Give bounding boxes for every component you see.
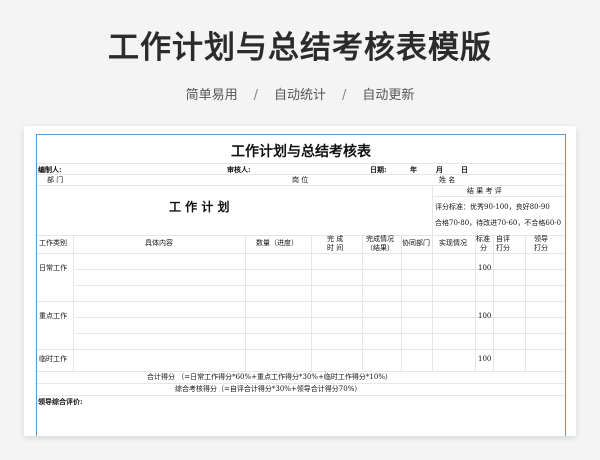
feature-tags: 简单易用 / 自动统计 / 自动更新: [0, 84, 600, 103]
criteria-line-2: 合格70-80，待改进70-60，不合格60-0: [435, 219, 562, 227]
row-category-temp: 临时工作: [39, 355, 67, 363]
tag-auto-stats: 自动统计: [273, 88, 326, 103]
header-actual: 实现情况: [439, 239, 467, 247]
name-label: 姓 名: [439, 176, 456, 184]
overall-score-formula: 综合考核得分（=自评合计得分*30%+领导合计得分70%）: [175, 385, 362, 393]
tag-easy: 简单易用: [185, 88, 238, 103]
header-finish-time-1: 完 成: [327, 235, 344, 243]
header-quantity: 数量（进度）: [256, 239, 298, 247]
compiler-label: 编制人:: [38, 165, 62, 174]
header-standard-1: 标准: [476, 235, 490, 243]
banner-title: 工作计划与总结考核表模版: [108, 30, 492, 66]
header-coop-dept: 协同部门: [402, 239, 430, 247]
day-label: 日: [461, 165, 468, 174]
header-leader-2: 打分: [534, 244, 548, 252]
reviewer-label: 审核人:: [227, 165, 251, 174]
tag-auto-update: 自动更新: [362, 88, 415, 103]
form-area: 工作计划与总结考核表 编制人: 审核人: 日期: 年 月 日 部 门 岗 位 姓…: [36, 134, 566, 436]
department-label: 部 门: [47, 176, 64, 184]
header-category: 工作类别: [39, 239, 67, 247]
header-finish-time-2: 时 间: [327, 244, 344, 252]
month-label: 月: [436, 165, 443, 174]
form-title: 工作计划与总结考核表: [231, 144, 371, 160]
row-score-key: 100: [478, 312, 492, 320]
total-score-formula: 合计得分 （=日常工作得分*60%+重点工作得分*30%+临时工作得分*10%）: [147, 373, 392, 381]
spreadsheet-preview: 工作计划与总结考核表 编制人: 审核人: 日期: 年 月 日 部 门 岗 位 姓…: [24, 126, 576, 436]
row-category-key: 重点工作: [39, 312, 67, 320]
header-completion-1: 完成情况: [366, 235, 394, 243]
header-completion-2: （结果）: [366, 244, 394, 252]
tag-separator: /: [253, 88, 258, 103]
work-plan-title: 工 作 计 划: [169, 200, 230, 214]
header-standard-2: 分: [480, 244, 487, 252]
header-self-1: 自评: [496, 235, 510, 243]
row-score-temp: 100: [478, 355, 492, 363]
row-category-daily: 日常工作: [39, 264, 67, 272]
year-label: 年: [410, 165, 417, 174]
row-score-daily: 100: [478, 264, 492, 272]
date-label: 日期:: [370, 165, 387, 174]
header-self-2: 打分: [496, 244, 510, 252]
criteria-line-1: 评分标准：优秀90-100，良好80-90: [435, 203, 550, 211]
result-eval-label: 结 果 考 评: [467, 187, 502, 195]
leader-comment-label: 领导综合评价:: [38, 397, 83, 406]
header-leader-1: 领导: [534, 235, 548, 243]
tag-separator: /: [342, 88, 347, 103]
header-content: 具体内容: [145, 239, 173, 247]
position-label: 岗 位: [292, 176, 309, 184]
